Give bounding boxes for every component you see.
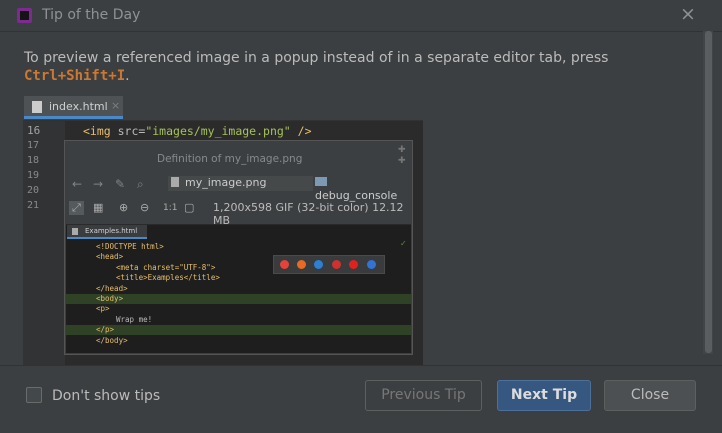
preview-code-line: </body> (66, 336, 411, 346)
grid-icon: ▦ (93, 201, 104, 214)
zoom-out-icon: ⊖ (140, 201, 150, 214)
app-logo-icon (17, 8, 32, 23)
line-number: 19 (27, 170, 40, 181)
preview-code-line: <title>Examples</title> (66, 273, 411, 283)
preview-code-text: <p> (96, 304, 110, 314)
code-value: "images/my_image.png" (145, 124, 291, 138)
firefox-icon (297, 260, 306, 269)
preview-code-line: <!DOCTYPE html> (66, 242, 411, 252)
line-number: 21 (27, 200, 40, 211)
line-number: 17 (27, 140, 40, 151)
pin-icon: ✚ (398, 156, 406, 166)
preview-code-line: </p> (66, 325, 411, 336)
yandex-icon (349, 260, 358, 269)
preview-code-text: <body> (96, 294, 124, 303)
fit-zoom-icon: ⤢ (69, 201, 84, 215)
preview-code-line: <p> (66, 304, 411, 314)
preview-code-text: <title>Examples</title> (116, 273, 220, 283)
zoom-in-icon: ⊕ (119, 201, 129, 214)
tab-close-icon: × (111, 99, 121, 112)
image-preview: Examples.html ✓ <!DOCTYPE html> <head> <me… (66, 224, 411, 353)
preview-tab: Examples.html (67, 225, 147, 239)
html-file-icon (32, 101, 42, 113)
pin-icon: ✚ (398, 145, 406, 155)
preview-code-text: </head> (96, 283, 128, 293)
preview-code-text: <meta charset="UTF-8"> (116, 262, 216, 272)
edge-icon (367, 260, 376, 269)
close-icon[interactable]: × (680, 3, 696, 25)
html-file-icon (72, 228, 78, 235)
definition-popup: Definition of my_image.png ✚ ✚ ← → ✎ ⌕ m… (64, 140, 413, 355)
editor-tab-bar: index.html × (23, 96, 423, 121)
preview-code-line: </head> (66, 284, 411, 294)
code-line: <img src="images/my_image.png" /> (83, 124, 312, 138)
preview-code-text: Wrap me! (116, 314, 153, 324)
browser-bar (273, 255, 385, 274)
back-arrow-icon: ← (72, 177, 83, 191)
forward-arrow-icon: → (93, 177, 104, 191)
line-number: 16 (27, 124, 41, 137)
safari-icon (314, 260, 323, 269)
preview-tab-label: Examples.html (85, 227, 138, 235)
line-number: 18 (27, 155, 40, 166)
popup-title: Definition of my_image.png (157, 153, 303, 165)
code-attr: src= (117, 124, 146, 138)
editor-tab-label: index.html (49, 100, 108, 113)
preview-code-text: <head> (96, 252, 124, 262)
next-tip-button[interactable]: Next Tip (497, 380, 591, 411)
breadcrumb-folder: debug_console (315, 176, 412, 202)
code-tag-close: /> (290, 124, 312, 138)
dont-show-label[interactable]: Don't show tips (52, 388, 160, 404)
preview-code-text: </body> (96, 335, 128, 345)
dialog-title: Tip of the Day (42, 7, 141, 23)
breadcrumb-file: my_image.png (171, 176, 266, 189)
previous-tip-button[interactable]: Previous Tip (365, 380, 482, 411)
title-bar: Tip of the Day × (0, 0, 722, 32)
actual-size-label: 1:1 (163, 203, 178, 213)
close-button[interactable]: Close (604, 380, 696, 411)
chrome-icon (280, 260, 289, 269)
preview-code-line: <body> (66, 294, 411, 304)
background-icon: ▢ (184, 201, 195, 214)
preview-code-text: <!DOCTYPE html> (96, 242, 164, 251)
tip-illustration: index.html × 16 17 18 19 20 21 <img src=… (23, 96, 423, 365)
code-tag-open: <img (83, 124, 118, 138)
tip-shortcut: Ctrl+Shift+I (24, 68, 126, 84)
dont-show-checkbox[interactable] (26, 387, 42, 403)
tip-trailing: . (125, 68, 130, 84)
tip-text: To preview a referenced image in a popup… (24, 49, 644, 85)
line-number: 20 (27, 185, 40, 196)
preview-code-line: Wrap me! (66, 315, 411, 325)
scrollbar-thumb[interactable] (705, 31, 712, 353)
line-gutter: 16 17 18 19 20 21 (23, 121, 65, 365)
find-usages-icon: ⌕ (137, 177, 144, 191)
editor-tab: index.html × (24, 96, 123, 119)
opera-icon (332, 260, 341, 269)
edit-icon: ✎ (115, 177, 126, 191)
tip-body: To preview a referenced image in a popup… (24, 50, 609, 66)
preview-code-text: </p> (96, 325, 115, 335)
